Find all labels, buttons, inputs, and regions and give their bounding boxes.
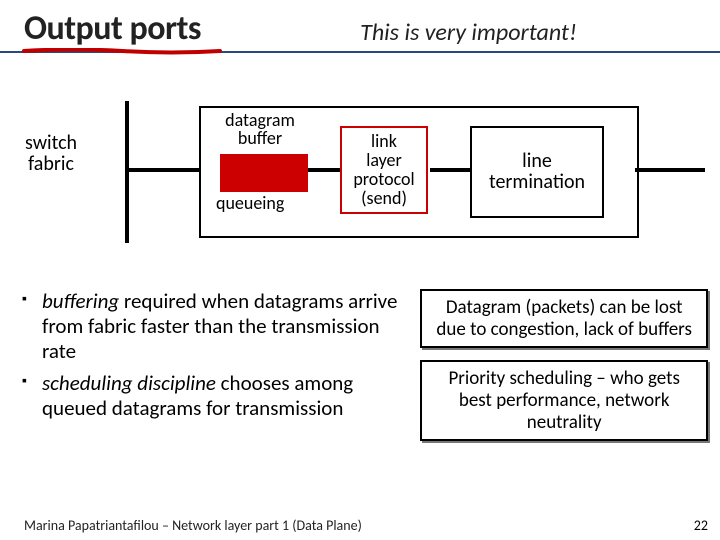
datagram-buffer-label: datagrambuffer [210,111,310,147]
callout-box: Priority scheduling – who gets best perf… [420,360,708,441]
diagram: switchfabric datagrambuffer queueing lin… [80,93,640,253]
important-note: This is very important! [241,18,696,51]
bullet-em: scheduling discipline [42,370,216,396]
link-layer-protocol-box: linklayerprotocol(send) [340,126,428,214]
bullet-list: buffering required when datagrams arrive… [20,289,408,441]
title-underline-mark [22,48,222,55]
switch-fabric-label: switchfabric [25,133,77,175]
page-title: Output ports [24,8,201,51]
bullet-item: scheduling discipline chooses among queu… [42,371,408,421]
page-number: 22 [694,517,708,534]
callout-box: Datagram (packets) can be lost due to co… [420,289,708,348]
line-in [129,168,199,172]
bullet-em: buffering [42,288,119,314]
line-out [635,168,705,172]
fabric-bar [125,101,129,243]
bullet-item: buffering required when datagrams arrive… [42,289,408,363]
queueing-label: queueing [216,192,284,214]
callouts: Datagram (packets) can be lost due to co… [420,289,708,441]
title-row: Output ports This is very important! [0,0,720,53]
buffer-queue-icon [220,154,308,192]
footer-text: Marina Papatriantafilou – Network layer … [24,517,362,534]
line-termination-box: linetermination [470,126,604,218]
line-mid-2 [430,168,472,172]
line-mid-1 [308,168,342,172]
body-area: buffering required when datagrams arrive… [20,289,708,441]
